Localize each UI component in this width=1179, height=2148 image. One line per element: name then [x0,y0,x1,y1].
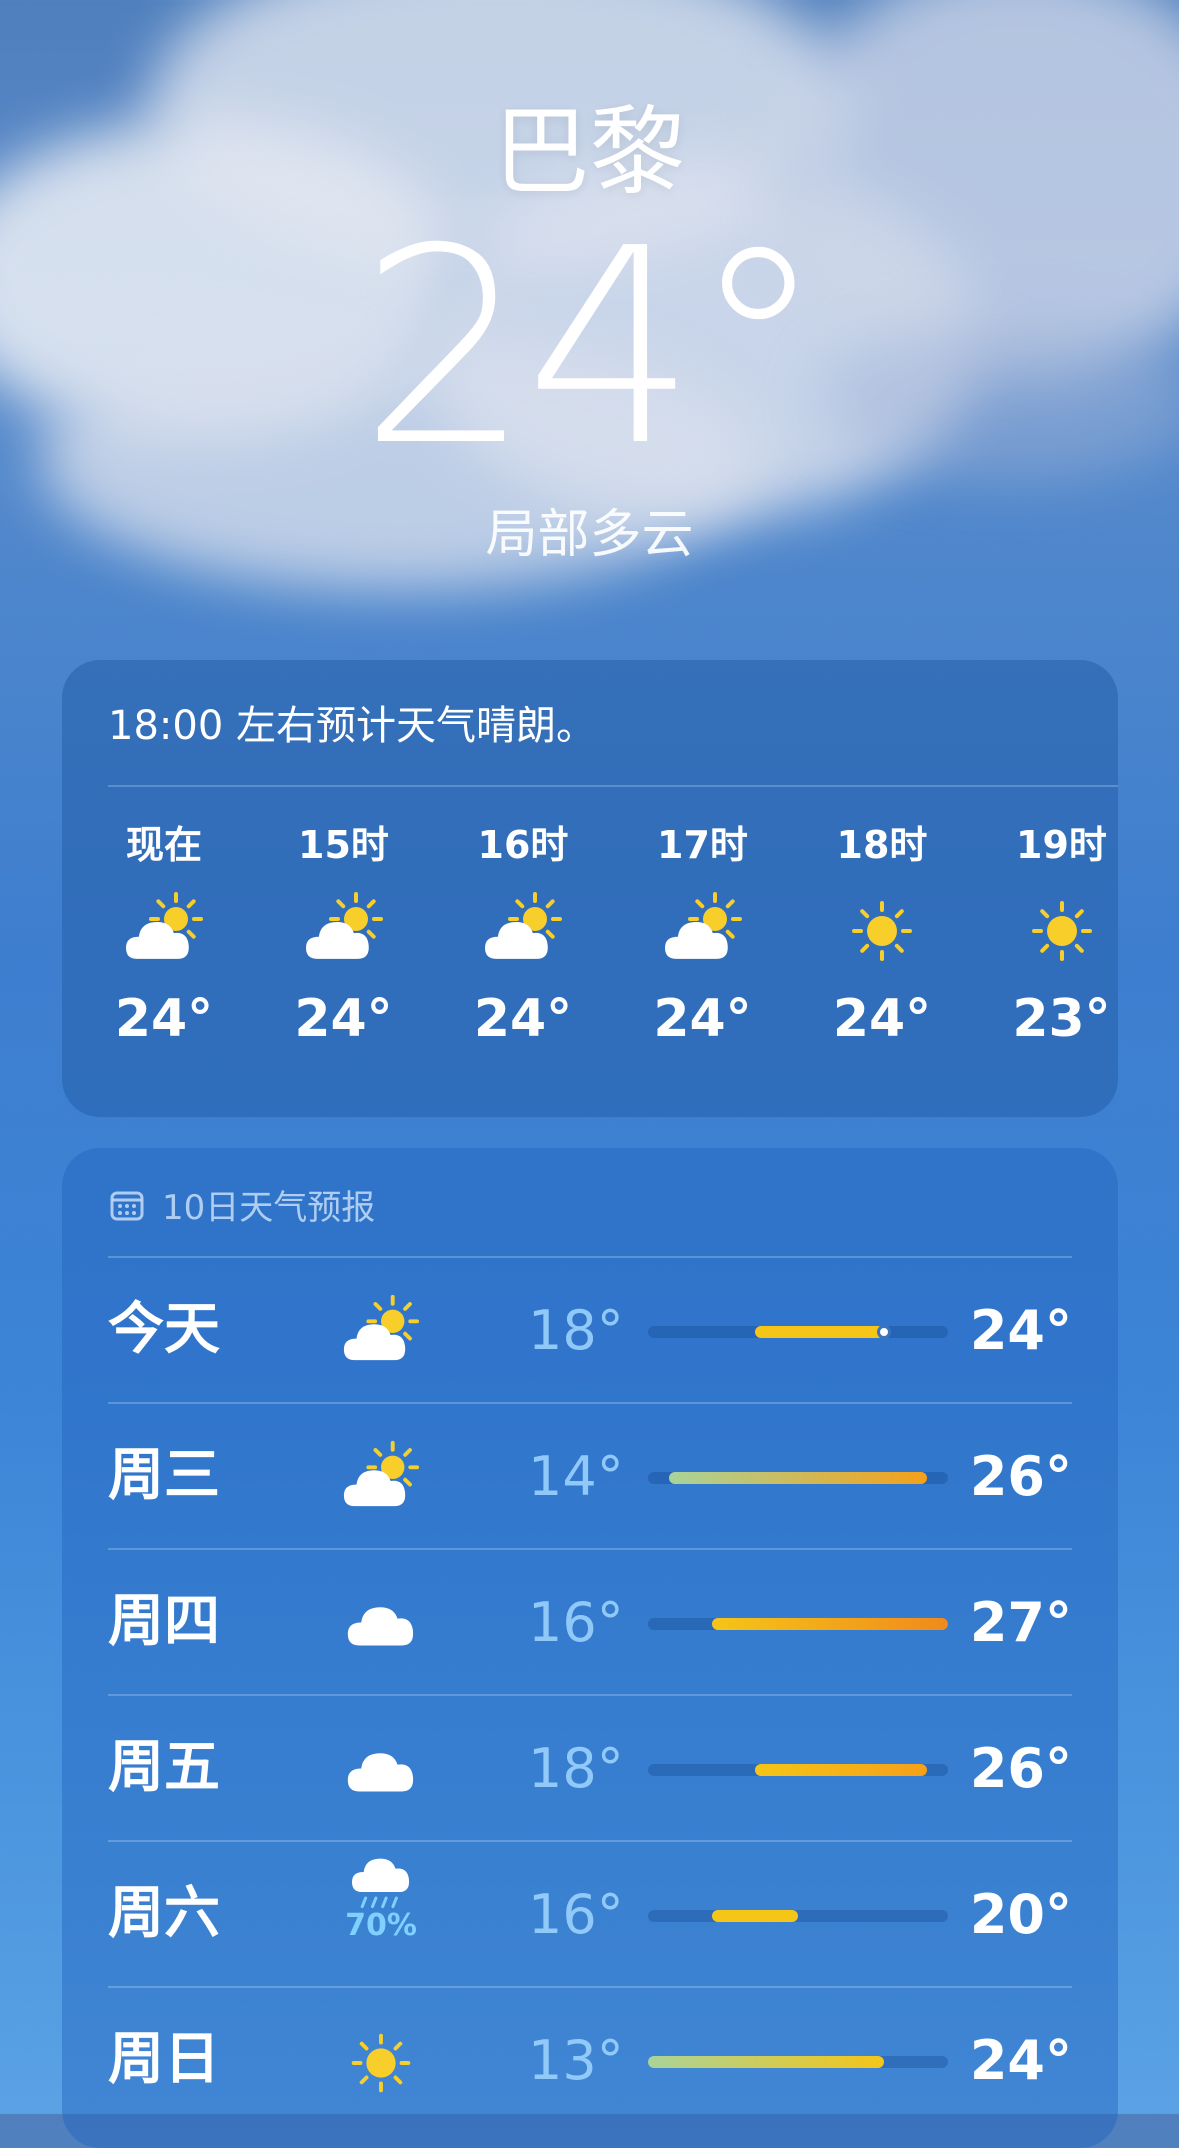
hour-item: 18时 24° [802,820,962,1054]
hour-label: 17时 [657,823,748,867]
day-label: 周五 [108,1735,220,1800]
hour-item: 现在 24° [84,820,244,1054]
hourly-forecast-card[interactable]: 18:00 左右预计天气晴朗。 现在 24° 15时 24° 16时 24° 17时 24° 1… [62,660,1118,1117]
day-label: 今天 [108,1297,220,1362]
hour-item: 16时 24° [443,820,603,1054]
partly-cloudy-icon [623,892,783,970]
temp-range-fill [648,2056,884,2068]
temp-range-bar [648,2056,948,2068]
hourly-summary: 18:00 左右预计天气晴朗。 [108,703,596,749]
hour-temp: 24° [473,989,573,1049]
temp-range-fill [712,1618,948,1630]
high-temp: 26° [969,1737,1072,1800]
daily-list[interactable]: 今天 18° 24° 周三 14° 26° 周四 16° 27° 周五 18° 26° 周六 70% 16… [108,1256,1072,2132]
hourly-list[interactable]: 现在 24° 15时 24° 16时 24° 17时 24° 18时 24° 19时 23° [84,820,1124,1090]
hour-label: 15时 [298,823,389,867]
hour-label: 18时 [836,823,928,867]
temp-range-fill [669,1472,927,1484]
location-header: 巴黎 24° 局部多云 [0,95,1179,570]
day-label: 周四 [108,1589,220,1654]
low-temp: 18° [528,1737,624,1800]
hour-temp: 23° [1012,989,1111,1049]
daily-header: 10日天气预报 [110,1180,375,1229]
high-temp: 24° [969,2029,1072,2092]
hour-temp: 24° [294,989,393,1049]
hour-label: 现在 [125,823,202,867]
hour-temp: 24° [832,989,932,1049]
high-temp: 26° [969,1445,1072,1508]
current-temp-dot [876,1325,891,1339]
low-temp: 16° [528,1883,624,1946]
low-temp: 18° [528,1299,624,1362]
current-temperature: 24° [359,190,826,505]
current-condition: 局部多云 [485,505,694,565]
daily-forecast-card[interactable]: 10日天气预报 今天 18° 24° 周三 14° 26° 周四 16° 27° 周五 18° 26°… [62,1148,1118,2148]
temp-range-fill [712,1910,798,1922]
day-row[interactable]: 周三 14° 26° [108,1402,1072,1548]
rain-icon: 70% [336,1852,426,1942]
hour-temp: 24° [653,989,752,1049]
temp-range-fill [755,1764,927,1776]
day-row[interactable]: 周五 18° 26° [108,1694,1072,1840]
precipitation-chance: 70% [345,1908,417,1943]
day-row[interactable]: 周日 13° 24° [108,1986,1072,2132]
high-temp: 24° [969,1299,1072,1362]
daily-title: 10日天气预报 [162,1188,376,1228]
hour-label: 19时 [1016,823,1107,867]
low-temp: 13° [528,2029,624,2092]
day-row[interactable]: 周六 70% 16° 20° [108,1840,1072,1986]
day-row[interactable]: 今天 18° 24° [108,1256,1072,1402]
partly-cloudy-icon [443,892,603,970]
temp-range-bar [648,1764,948,1776]
low-temp: 14° [528,1445,624,1508]
sun-icon [982,892,1142,970]
partly-cloudy-icon [336,1288,426,1378]
temp-range-bar [648,1472,948,1484]
hour-item: 19时 23° [982,820,1142,1054]
high-temp: 27° [969,1591,1072,1654]
calendar-icon [110,1191,144,1220]
low-temp: 16° [528,1591,624,1654]
cloud-icon [336,1580,426,1670]
hour-label: 16时 [477,823,569,867]
day-label: 周三 [108,1443,220,1508]
partly-cloudy-icon [336,1434,426,1524]
hour-item: 17时 24° [623,820,783,1054]
divider [108,785,1118,787]
hour-temp: 24° [114,989,214,1049]
partly-cloudy-icon [264,892,424,970]
temp-range-bar [648,1910,948,1922]
temp-range-fill [755,1326,884,1338]
temp-range-bar [648,1618,948,1630]
day-label: 周六 [108,1881,220,1946]
day-row[interactable]: 周四 16° 27° [108,1548,1072,1694]
temp-range-bar [648,1325,948,1339]
sun-icon [336,2018,426,2108]
partly-cloudy-icon [84,892,244,970]
day-label: 周日 [108,2027,220,2092]
hour-item: 15时 24° [264,820,424,1054]
sun-icon [802,892,962,970]
high-temp: 20° [969,1883,1072,1946]
cloud-icon [336,1726,426,1816]
